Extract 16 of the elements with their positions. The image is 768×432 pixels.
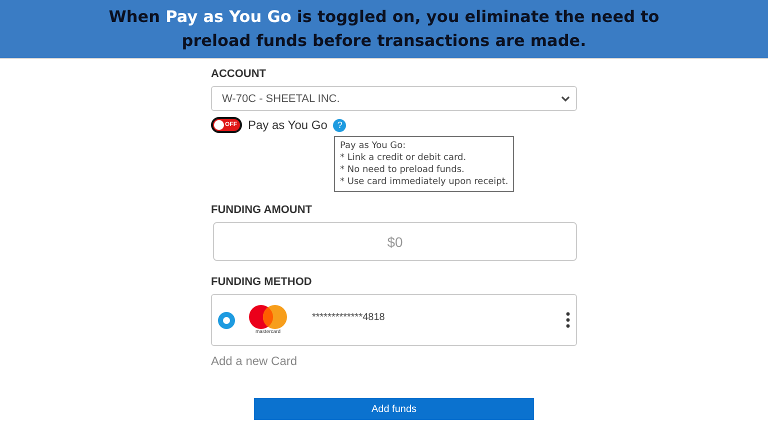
- funding-method-label: FUNDING METHOD: [211, 276, 313, 288]
- tooltip: Pay as You Go: * Link a credit or debit card. * No need to preload funds. * Use card immediately upon receipt.: [334, 136, 514, 192]
- toggle-label: Pay as You Go: [248, 118, 328, 132]
- help-icon[interactable]: ?: [333, 118, 346, 132]
- add-funds-button[interactable]: Add funds: [254, 398, 534, 420]
- card-brand-icon: [249, 305, 287, 329]
- add-card-link[interactable]: Add a new Card: [211, 354, 577, 368]
- card-number: *************4818: [312, 312, 385, 323]
- account-select[interactable]: W-70C - SHEETAL INC.: [211, 86, 577, 111]
- account-label: ACCOUNT: [211, 68, 267, 80]
- funding-amount-label: FUNDING AMOUNT: [211, 204, 314, 216]
- radio-button[interactable]: [218, 312, 235, 328]
- amount-field[interactable]: $0: [214, 223, 576, 260]
- more-options-icon[interactable]: [566, 312, 570, 328]
- banner-caption: When Pay as You Go is toggled on, you eliminate the need to preload funds before transactions are made.: [108, 6, 660, 52]
- chevron-down-icon: [561, 96, 570, 102]
